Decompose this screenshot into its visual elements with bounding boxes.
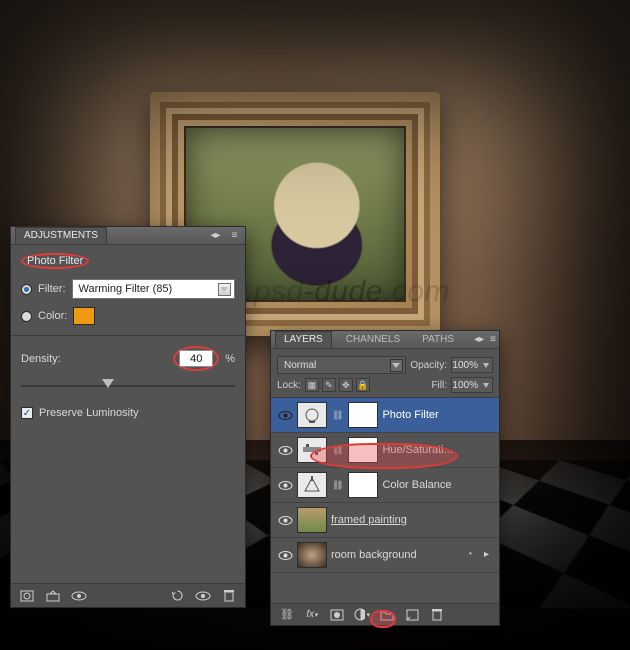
tab-layers[interactable]: LAYERS [275,331,332,348]
adjustment-thumb[interactable] [297,472,327,498]
lock-position-icon[interactable]: ✥ [339,378,353,392]
layer-name[interactable]: Photo Filter [382,409,438,421]
filter-row: Filter: Warming Filter (85) [21,279,235,299]
density-highlight: 40 [173,346,219,371]
link-icon[interactable]: ⛓ [332,480,343,491]
lock-transparent-icon[interactable]: ▦ [305,378,319,392]
link-icon[interactable]: ⛓ [279,608,295,622]
adjustment-thumb[interactable] [297,437,327,463]
density-input[interactable]: 40 [179,350,213,367]
chevron-down-icon[interactable] [218,283,231,296]
layers-panel[interactable]: LAYERS CHANNELS PATHS ◂▸ ≡ Normal Opacit… [270,330,500,626]
divider [11,335,245,336]
density-label: Density: [21,353,61,365]
fill-label: Fill: [431,380,447,391]
delete-icon[interactable] [221,589,237,603]
color-label: Color: [38,310,67,322]
layers-footer: ⛓ fx▾ ▾ [271,603,499,625]
blend-mode-dropdown[interactable]: Normal [277,356,406,374]
filter-value: Warming Filter (85) [79,283,173,295]
new-layer-icon[interactable] [404,608,420,622]
color-swatch[interactable] [73,307,95,325]
layer-color-balance[interactable]: ⛓ Color Balance [271,468,499,503]
link-icon[interactable]: ⛓ [332,410,343,421]
visibility-icon[interactable] [277,513,293,527]
color-radio[interactable] [21,311,32,322]
layers-list: ⛓ Photo Filter ⛓ Hue/Saturati... ⛓ Color… [271,397,499,573]
layer-thumb[interactable] [297,542,327,568]
visibility-icon[interactable] [277,478,293,492]
adjustments-header[interactable]: ADJUSTMENTS ◂▸ ≡ [11,227,245,245]
adjustment-icon[interactable]: ▾ [354,608,370,622]
mask-icon[interactable] [329,608,345,622]
lock-all-icon[interactable]: 🔒 [356,378,370,392]
adjustment-layer-icon[interactable] [19,589,35,603]
layer-room-background[interactable]: room background ◔ ▸ [271,538,499,573]
filter-label: Filter: [38,283,66,295]
preserve-row: ✓ Preserve Luminosity [21,407,235,419]
smart-filters-icon[interactable]: ◔ [463,549,476,562]
visibility-icon[interactable] [277,443,293,457]
color-row: Color: [21,307,235,325]
adjustments-footer [11,583,245,607]
layer-hue-saturation[interactable]: ⛓ Hue/Saturati... [271,433,499,468]
blend-value: Normal [284,360,316,371]
layer-thumb[interactable] [297,507,327,533]
layer-mask[interactable] [348,402,378,428]
lock-icons: ▦ ✎ ✥ 🔒 [305,378,370,392]
layer-photo-filter[interactable]: ⛓ Photo Filter [271,398,499,433]
preserve-checkbox[interactable]: ✓ [21,407,33,419]
opacity-label: Opacity: [410,360,447,371]
link-icon[interactable]: ⛓ [332,445,343,456]
collapse-icon[interactable]: ◂▸ [209,229,222,242]
layer-name[interactable]: room background [331,549,417,561]
layer-framed-painting[interactable]: framed painting [271,503,499,538]
adjustment-type-label: Photo Filter [21,253,89,269]
density-slider[interactable] [21,379,235,393]
view-previous-icon[interactable] [71,589,87,603]
reset-icon[interactable] [169,589,185,603]
layer-name[interactable]: framed painting [331,514,407,526]
expand-icon[interactable]: ▸ [480,549,493,562]
tab-channels[interactable]: CHANNELS [338,332,408,348]
adjustment-thumb[interactable] [297,402,327,428]
filter-radio[interactable] [21,284,32,295]
adjustments-tab[interactable]: ADJUSTMENTS [15,227,107,244]
chevron-down-icon[interactable] [390,359,403,372]
layer-name[interactable]: Color Balance [382,479,451,491]
tab-paths[interactable]: PATHS [414,332,462,348]
clip-to-layer-icon[interactable] [45,589,61,603]
group-icon[interactable] [379,608,395,622]
visibility-icon[interactable] [277,548,293,562]
collapse-icon[interactable]: ◂▸ [474,333,484,346]
lock-pixels-icon[interactable]: ✎ [322,378,336,392]
delete-icon[interactable] [429,608,445,622]
density-row: Density: 40 % [21,346,235,371]
preserve-label: Preserve Luminosity [39,407,139,419]
lock-label: Lock: [277,380,301,391]
visibility-icon[interactable] [277,408,293,422]
layer-name[interactable]: Hue/Saturati... [382,444,452,456]
panel-menu-icon[interactable]: ≡ [490,333,496,346]
density-unit: % [225,353,235,365]
adjustments-panel[interactable]: ADJUSTMENTS ◂▸ ≡ Photo Filter Filter: Wa… [10,226,246,608]
layers-header[interactable]: LAYERS CHANNELS PATHS ◂▸ ≡ [271,331,499,349]
fx-icon[interactable]: fx▾ [304,608,320,622]
opacity-input[interactable]: 100% [451,357,493,373]
filter-dropdown[interactable]: Warming Filter (85) [72,279,236,299]
layer-mask[interactable] [348,437,378,463]
fill-input[interactable]: 100% [451,377,493,393]
layer-mask[interactable] [348,472,378,498]
panel-menu-icon[interactable]: ≡ [228,229,241,242]
toggle-visibility-icon[interactable] [195,589,211,603]
